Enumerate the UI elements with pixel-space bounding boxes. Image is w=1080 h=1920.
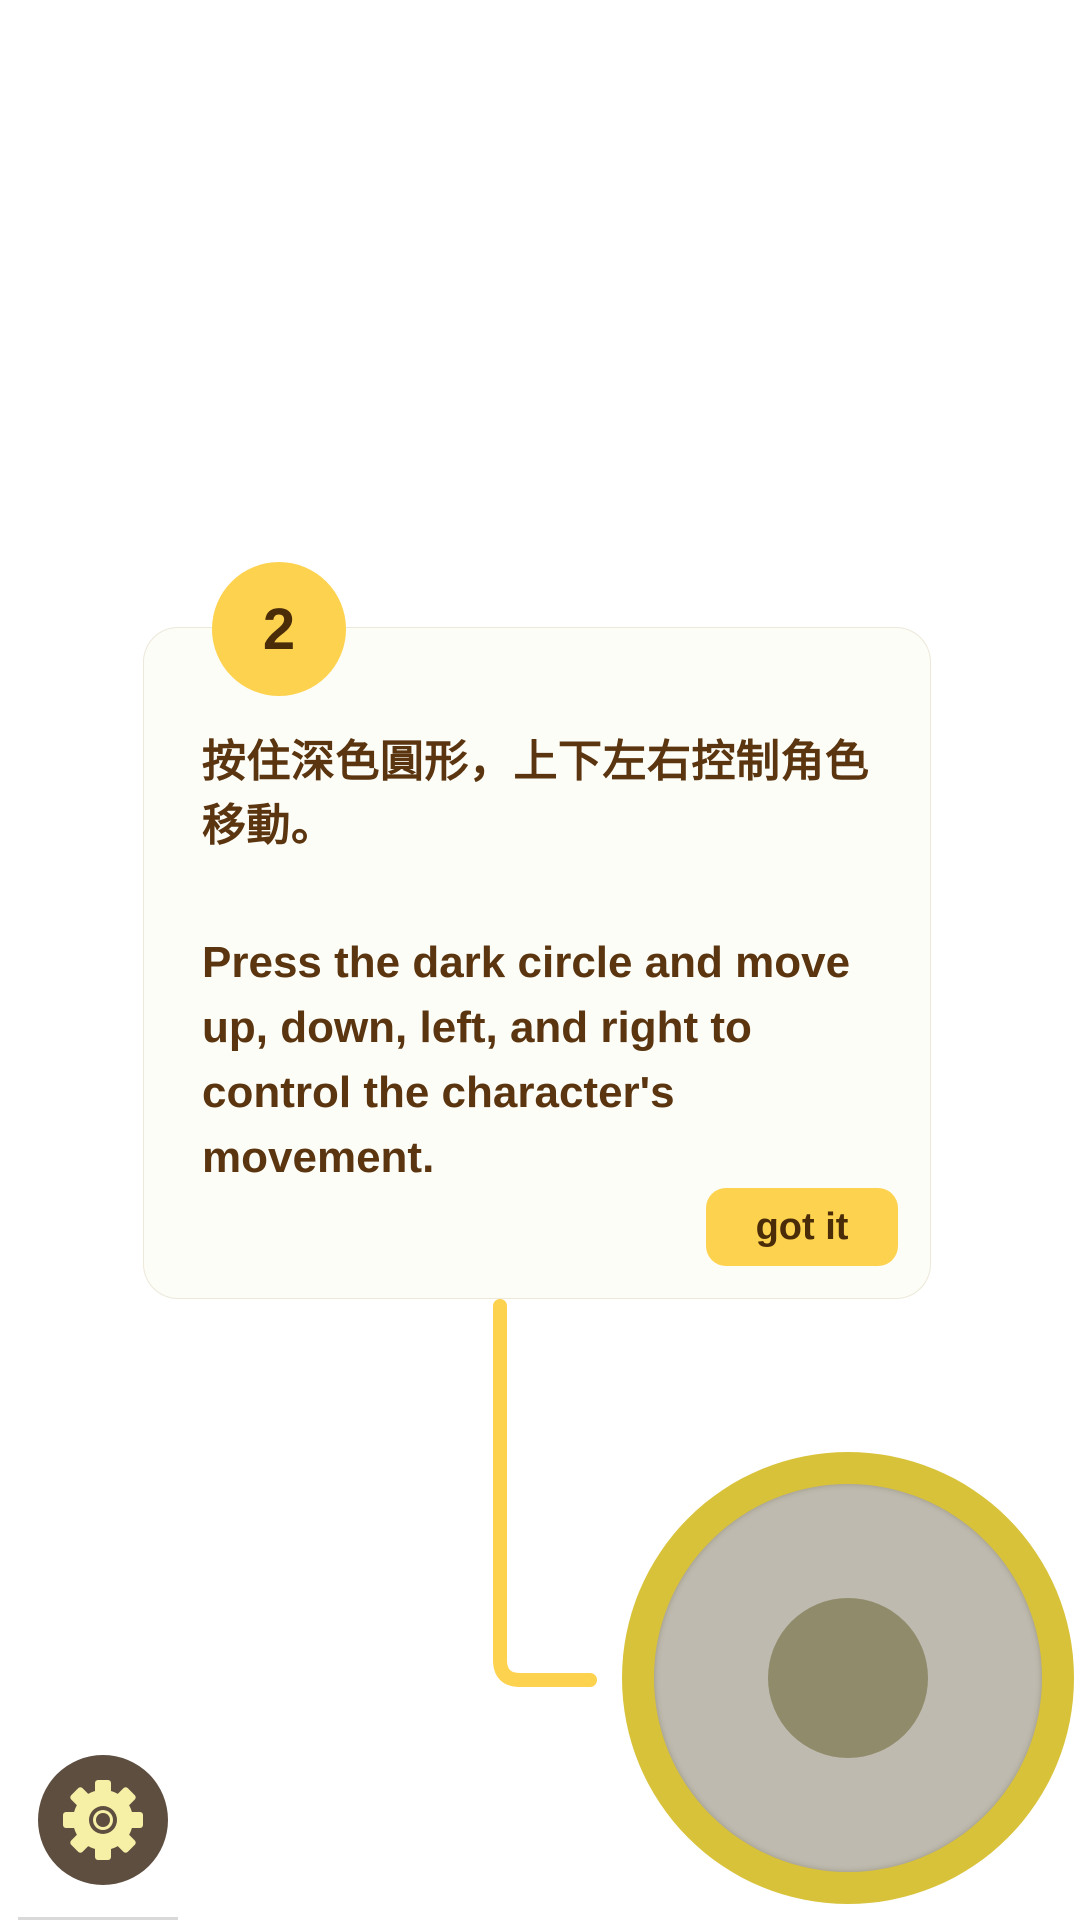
settings-button[interactable] — [38, 1755, 168, 1885]
gear-icon — [63, 1780, 143, 1860]
tutorial-text-chinese: 按住深色圓形，上下左右控制角色移動。 — [202, 736, 870, 851]
joystick-icon[interactable] — [622, 1452, 1074, 1904]
tutorial-text-english: Press the dark circle and move up, down,… — [202, 938, 851, 1182]
game-screen: 按住深色圓形，上下左右控制角色移動。 Press the dark circle… — [0, 0, 1080, 1920]
joystick-knob[interactable] — [768, 1598, 928, 1758]
joystick-pad[interactable] — [654, 1484, 1042, 1872]
step-number-badge: 2 — [212, 562, 346, 696]
tutorial-card: 按住深色圓形，上下左右控制角色移動。 Press the dark circle… — [144, 628, 930, 1298]
got-it-button[interactable]: got it — [706, 1188, 898, 1266]
